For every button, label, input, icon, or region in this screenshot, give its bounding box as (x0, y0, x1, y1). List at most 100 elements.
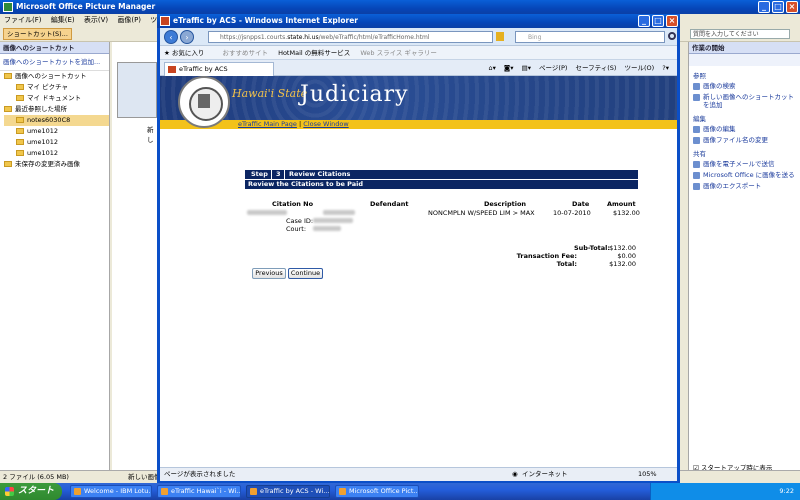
edit-pictures-link[interactable]: 画像の編集 (689, 125, 800, 133)
tree-item[interactable]: マイ ピクチャ (4, 82, 109, 93)
col-defendant: Defendant (370, 200, 409, 208)
previous-button[interactable]: Previous (252, 268, 286, 279)
folder-icon (16, 117, 24, 123)
zoom-level[interactable]: 105% (638, 468, 657, 481)
task-pane-header: 作業の開始 (689, 42, 800, 54)
folder-icon (16, 150, 24, 156)
lock-icon[interactable] (496, 32, 504, 41)
menu-edit[interactable]: 編集(E) (51, 16, 75, 24)
address-field[interactable]: https://jsnpps1.courts.state.hi.us/web/e… (208, 31, 493, 43)
page-menu[interactable]: ページ(P) (539, 64, 567, 72)
task-pane: 作業の開始 参照 画像の検索 新しい画像へのショートカットを追加 編集 画像の編… (688, 42, 800, 472)
close-button[interactable]: × (786, 1, 798, 13)
step-number: 3 (276, 170, 281, 178)
tab-etraffic[interactable]: eTraffic by ACS (164, 62, 274, 76)
home-icon[interactable]: ⌂▾ (488, 64, 495, 72)
start-button[interactable]: スタート (0, 483, 62, 500)
email-pictures-link[interactable]: 画像を電子メールで送信 (689, 160, 800, 168)
safety-menu[interactable]: セーフティ(S) (576, 64, 617, 72)
menu-view[interactable]: 表示(V) (84, 16, 108, 24)
court-label: Court: (286, 225, 307, 233)
maximize-button[interactable]: □ (772, 1, 784, 13)
add-shortcut-task-link[interactable]: 新しい画像へのショートカットを追加 (689, 93, 800, 109)
send-to-office-link[interactable]: Microsoft Office に画像を送る (689, 171, 800, 179)
state-label: Hawai'i State (232, 87, 308, 100)
system-tray: 9:22 (650, 483, 800, 500)
subtotal-value: $132.00 (609, 244, 636, 252)
taskbar-item-etraffic-acs[interactable]: eTraffic by ACS - Wi... (246, 485, 330, 498)
tree-item[interactable]: ume1012 (4, 148, 109, 159)
folder-icon (4, 161, 12, 167)
ie-minimize-button[interactable]: _ (638, 15, 650, 27)
tree-item-selected[interactable]: notes6030C8 (4, 115, 109, 126)
find-pictures-link[interactable]: 画像の検索 (689, 82, 800, 90)
site-nav-bar: eTraffic Main Page | Close Window (160, 120, 677, 129)
step-label: Step (251, 170, 268, 178)
fee-label: Transaction Fee: (516, 252, 577, 260)
section-browse: 参照 (693, 72, 706, 80)
command-bar: ⌂▾ ◙▾ ▤▾ ページ(P) セーフティ(S) ツール(O) ?▾ (482, 62, 669, 74)
menu-file[interactable]: ファイル(F) (4, 16, 42, 24)
search-icon[interactable] (668, 32, 676, 40)
tree-item[interactable]: 画像へのショートカット (4, 71, 109, 82)
review-bar: Review the Citations to be Paid (245, 180, 638, 189)
minimize-button[interactable]: _ (758, 1, 770, 13)
picture-thumbnail[interactable] (117, 62, 157, 118)
step-bar: Step 3 Review Citations (245, 170, 638, 179)
status-text: ページが表示されました (164, 470, 236, 478)
section-edit: 編集 (693, 115, 706, 123)
etraffic-main-link[interactable]: eTraffic Main Page (238, 120, 297, 128)
pm-title-bar: Microsoft Office Picture Manager _ □ × (0, 0, 800, 14)
taskbar-item-etraffic-hawaii[interactable]: eTraffic Hawai`i - Wi... (157, 485, 241, 498)
case-id-label: Case ID: (286, 217, 314, 225)
citation-number (247, 209, 287, 217)
close-window-link[interactable]: Close Window (303, 120, 348, 128)
ie-close-button[interactable]: × (666, 15, 678, 27)
defendant-name (323, 209, 355, 217)
total-label: Total: (556, 260, 577, 268)
favorites-button[interactable]: ★ お気に入り (164, 49, 212, 57)
add-shortcut-link[interactable]: 画像へのショートカットを追加... (0, 54, 109, 68)
step-title: Review Citations (289, 170, 351, 178)
shortcuts-pane: 画像へのショートカット 画像へのショートカットを追加... 画像へのショートカッ… (0, 42, 110, 470)
folder-tree: 画像へのショートカット マイ ピクチャ マイ ドキュメント 最近参照した場所 n… (0, 70, 109, 170)
col-date: Date (572, 200, 590, 208)
tree-item[interactable]: 最近参照した場所 (4, 104, 109, 115)
export-pictures-link[interactable]: 画像のエクスポート (689, 182, 800, 190)
tree-item[interactable]: ume1012 (4, 137, 109, 148)
web-slice-link[interactable]: Web スライス ギャラリー (360, 49, 437, 57)
help-icon[interactable]: ?▾ (662, 64, 669, 72)
address-bar-row: ‹ › https://jsnpps1.courts.state.hi.us/w… (160, 28, 677, 46)
help-question-box[interactable]: 質問を入力してください (690, 29, 790, 39)
continue-button[interactable]: Continue (288, 268, 323, 279)
ie-title-bar: eTraffic by ACS - Windows Internet Explo… (157, 14, 680, 28)
ie-maximize-button[interactable]: □ (652, 15, 664, 27)
picture-manager-app-icon (3, 2, 13, 12)
forward-arrow-icon[interactable]: › (180, 30, 194, 44)
suggested-sites-link[interactable]: おすすめサイト (222, 49, 268, 57)
menu-picture[interactable]: 画像(P) (117, 16, 141, 24)
col-description: Description (484, 200, 527, 208)
tab-bar: eTraffic by ACS ⌂▾ ◙▾ ▤▾ ページ(P) セーフティ(S)… (160, 60, 677, 76)
tree-item[interactable]: 未保存の変更済み画像 (4, 159, 109, 170)
tree-item[interactable]: マイ ドキュメント (4, 93, 109, 104)
tree-item[interactable]: ume1012 (4, 126, 109, 137)
taskbar-item-lotus[interactable]: Welcome - IBM Lotu... (70, 485, 152, 498)
taskbar-item-picture-manager[interactable]: Microsoft Office Pict... (335, 485, 419, 498)
shortcuts-button[interactable]: ショートカット(S)... (3, 28, 72, 40)
judiciary-seal-icon (178, 76, 230, 128)
back-arrow-icon[interactable]: ‹ (164, 30, 178, 44)
ie-status-bar: ページが表示されました ◉ インターネット 105% (160, 467, 677, 481)
tools-menu[interactable]: ツール(O) (625, 64, 655, 72)
rename-link[interactable]: 画像ファイル名の変更 (689, 136, 800, 144)
search-input[interactable]: Bing (515, 31, 665, 43)
court-value (313, 225, 341, 233)
hotmail-link[interactable]: HotMail の無料サービス (278, 49, 350, 57)
print-icon[interactable]: ▤▾ (522, 64, 531, 72)
folder-icon (4, 73, 12, 79)
fee-value: $0.00 (617, 252, 636, 260)
feeds-icon[interactable]: ◙▾ (504, 64, 514, 72)
internet-zone-icon: ◉ (512, 470, 518, 478)
citation-date: 10-07-2010 (553, 209, 591, 217)
ie-window: eTraffic by ACS - Windows Internet Explo… (157, 14, 680, 484)
